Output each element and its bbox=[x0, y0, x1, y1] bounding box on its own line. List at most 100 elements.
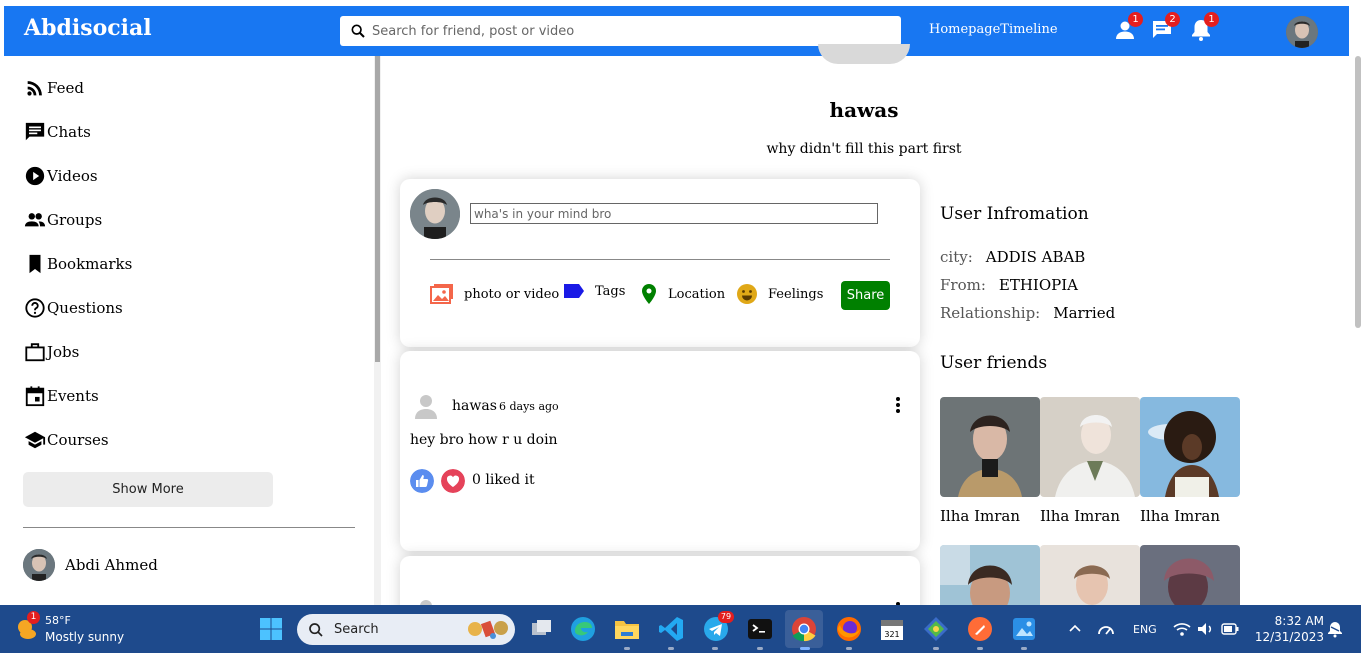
sidebar-item-groups[interactable]: Groups bbox=[24, 208, 102, 232]
info-row-city: city: ADDIS ABAB bbox=[940, 248, 1085, 266]
sidebar-item-courses[interactable]: Courses bbox=[24, 428, 109, 452]
friend-photo[interactable] bbox=[1040, 397, 1140, 497]
weather-temp: 58°F bbox=[45, 614, 71, 627]
firefox-icon[interactable] bbox=[835, 615, 863, 643]
svg-text:321: 321 bbox=[884, 630, 899, 639]
notification-center-icon[interactable] bbox=[1326, 620, 1344, 638]
friend-name[interactable]: Ilha Imran bbox=[1140, 507, 1220, 525]
more-vert-icon[interactable] bbox=[888, 395, 908, 415]
postman-icon[interactable] bbox=[966, 615, 994, 643]
running-indicator bbox=[977, 647, 983, 650]
sourcetree-icon[interactable] bbox=[922, 615, 950, 643]
sidebar-item-events[interactable]: Events bbox=[24, 384, 99, 408]
volume-icon[interactable] bbox=[1196, 620, 1214, 638]
homepage-link[interactable]: Homepage bbox=[929, 22, 1000, 37]
sidebar-item-chats[interactable]: Chats bbox=[24, 120, 91, 144]
messages-button[interactable]: 2 bbox=[1150, 12, 1180, 42]
weather-badge: 1 bbox=[27, 611, 40, 624]
notifications-button[interactable]: 1 bbox=[1189, 12, 1219, 42]
friend-photo[interactable] bbox=[1140, 545, 1240, 605]
edge-icon[interactable] bbox=[569, 615, 597, 643]
chevron-up-icon[interactable] bbox=[1068, 621, 1082, 635]
gauge-icon[interactable] bbox=[1097, 620, 1115, 638]
profile-name: hawas bbox=[829, 98, 899, 122]
sidebar-item-videos[interactable]: Videos bbox=[24, 164, 98, 188]
info-value: ADDIS ABAB bbox=[985, 248, 1086, 266]
friend-photo[interactable] bbox=[1040, 545, 1140, 605]
bookmark-icon bbox=[29, 254, 41, 274]
vscode-icon[interactable] bbox=[657, 615, 685, 643]
photo-video-option[interactable]: photo or video bbox=[430, 283, 559, 305]
sidebar-item-feed[interactable]: Feed bbox=[24, 76, 84, 100]
running-indicator bbox=[668, 647, 674, 650]
tags-option[interactable]: Tags bbox=[563, 283, 625, 299]
sidebar-item-label: Feed bbox=[47, 79, 84, 97]
chrome-icon[interactable] bbox=[785, 610, 823, 648]
friend-name: Abdi Ahmed bbox=[65, 556, 158, 574]
info-value: ETHIOPIA bbox=[998, 276, 1078, 294]
battery-icon[interactable] bbox=[1221, 622, 1239, 636]
running-indicator bbox=[712, 647, 718, 650]
like-count: 0 liked it bbox=[472, 472, 535, 488]
clock-time[interactable]: 8:32 AM bbox=[1270, 614, 1324, 628]
post-card: hawas 6 days ago hey bro how r u doin 0 … bbox=[400, 351, 920, 551]
friend-name[interactable]: Ilha Imran bbox=[1040, 507, 1120, 525]
like-icon[interactable] bbox=[410, 469, 434, 493]
windows-start-icon[interactable] bbox=[259, 617, 283, 641]
calendar-app-icon[interactable]: 321 bbox=[878, 615, 906, 643]
file-explorer-icon[interactable] bbox=[613, 615, 641, 643]
chat-icon bbox=[25, 122, 45, 141]
sidebar-item-bookmarks[interactable]: Bookmarks bbox=[24, 252, 132, 276]
info-key: Relationship: bbox=[940, 304, 1041, 322]
friend-photo[interactable] bbox=[1140, 397, 1240, 497]
sidebar-item-label: Jobs bbox=[47, 343, 80, 361]
clock-date[interactable]: 12/31/2023 bbox=[1250, 630, 1324, 644]
main-scrollbar[interactable] bbox=[1354, 56, 1361, 605]
friend-requests-button[interactable]: 1 bbox=[1113, 12, 1143, 42]
status-input[interactable] bbox=[470, 203, 878, 224]
info-value: Married bbox=[1053, 304, 1116, 322]
heart-icon[interactable] bbox=[441, 469, 465, 493]
language-indicator[interactable]: ENG bbox=[1133, 623, 1157, 636]
top-navbar: Abdisocial Homepage Timeline 1 2 1 bbox=[4, 6, 1349, 56]
location-icon bbox=[642, 284, 656, 304]
avatar[interactable] bbox=[1286, 16, 1318, 48]
search-bar[interactable] bbox=[340, 16, 901, 46]
work-icon bbox=[25, 343, 45, 362]
option-label: Tags bbox=[595, 283, 626, 299]
share-button[interactable]: Share bbox=[841, 281, 890, 310]
nav-links: Homepage Timeline bbox=[929, 22, 1058, 37]
user-photo bbox=[1286, 16, 1318, 48]
app-logo[interactable]: Abdisocial bbox=[24, 15, 152, 41]
play-circle-icon bbox=[25, 166, 45, 186]
friend-name[interactable]: Ilha Imran bbox=[940, 507, 1020, 525]
info-key: From: bbox=[940, 276, 986, 294]
location-option[interactable]: Location bbox=[640, 283, 725, 305]
option-label: Feelings bbox=[768, 286, 824, 302]
profile-picture bbox=[818, 44, 910, 64]
terminal-icon[interactable] bbox=[746, 615, 774, 643]
running-indicator bbox=[933, 647, 939, 650]
wifi-icon[interactable] bbox=[1173, 620, 1191, 638]
photo-icon bbox=[430, 284, 453, 304]
info-row-relationship: Relationship: Married bbox=[940, 304, 1115, 322]
sidebar-friend[interactable]: Abdi Ahmed bbox=[23, 549, 158, 581]
sidebar-item-questions[interactable]: Questions bbox=[24, 296, 123, 320]
weather-desc: Mostly sunny bbox=[45, 630, 125, 644]
avatar bbox=[410, 189, 460, 239]
timeline-link[interactable]: Timeline bbox=[1000, 22, 1057, 37]
telegram-icon[interactable]: 79 bbox=[702, 611, 734, 643]
sidebar-scrollbar[interactable] bbox=[374, 56, 381, 605]
friends-badge: 1 bbox=[1128, 12, 1143, 27]
user-friends-title: User friends bbox=[940, 353, 1048, 373]
show-more-button[interactable]: Show More bbox=[23, 472, 273, 507]
feelings-option[interactable]: Feelings bbox=[736, 283, 823, 305]
friend-photo[interactable] bbox=[940, 545, 1040, 605]
search-input[interactable] bbox=[372, 23, 892, 39]
sidebar-item-jobs[interactable]: Jobs bbox=[24, 340, 79, 364]
sidebar-item-label: Events bbox=[47, 387, 99, 405]
friend-photo[interactable] bbox=[940, 397, 1040, 497]
task-view-icon[interactable] bbox=[527, 615, 555, 643]
photos-icon[interactable] bbox=[1010, 615, 1038, 643]
post-username[interactable]: hawas bbox=[452, 398, 497, 414]
